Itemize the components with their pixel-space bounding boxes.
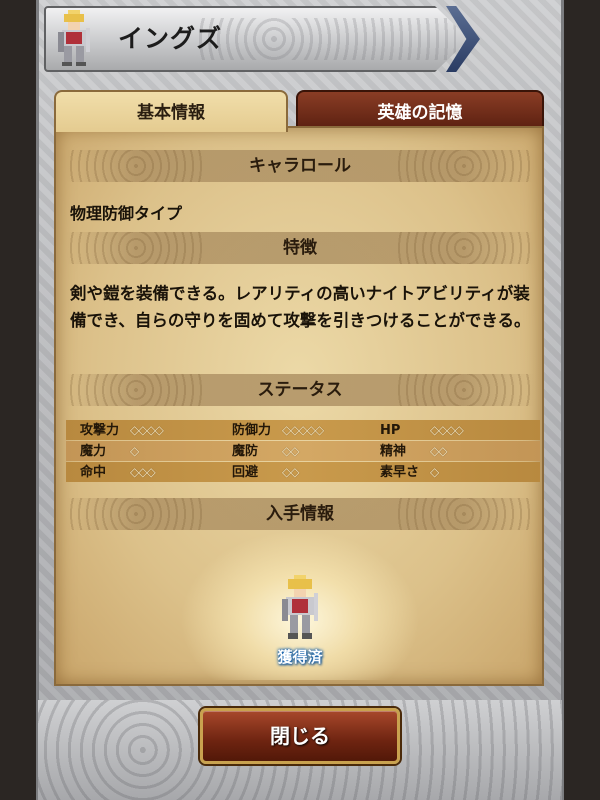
role-heading: キャラロール: [249, 156, 351, 176]
stat-label: HP: [380, 423, 401, 438]
stat-label: 攻撃力: [80, 423, 120, 438]
stat-diamonds: ◇◇◇◇: [130, 423, 164, 437]
stat-diamonds: ◇◇: [282, 444, 299, 458]
stat-magic: 魔力 ◇: [80, 441, 139, 461]
stats-row: 攻撃力 ◇◇◇◇ 防御力 ◇◇◇◇◇ HP ◇◇◇◇: [66, 420, 540, 440]
stat-label: 魔防: [232, 444, 259, 459]
stats-row: 命中 ◇◇◇ 回避 ◇◇ 素早さ ◇: [66, 462, 540, 482]
trait-heading: 特徴: [283, 238, 317, 258]
stat-label: 素早さ: [380, 465, 420, 480]
role-value: 物理防御タイプ: [70, 204, 183, 223]
trait-description: 剣や鎧を装備できる。レアリティの高いナイトアビリティが装備でき、自らの守りを固め…: [70, 284, 531, 330]
stat-diamonds: ◇◇◇: [130, 465, 156, 479]
stat-defense: 防御力 ◇◇◇◇◇: [232, 420, 324, 440]
stat-diamonds: ◇◇: [430, 444, 447, 458]
stat-label: 精神: [380, 444, 407, 459]
stat-accuracy: 命中 ◇◇◇: [80, 462, 156, 482]
role-heading-band: キャラロール: [66, 150, 534, 182]
acquire-heading: 入手情報: [266, 504, 334, 524]
close-button[interactable]: 閉じる: [200, 708, 400, 764]
status-heading-band: ステータス: [66, 374, 534, 406]
character-portrait-icon: [58, 10, 90, 66]
stats-table: 攻撃力 ◇◇◇◇ 防御力 ◇◇◇◇◇ HP ◇◇◇◇ 魔力 ◇ 魔防 ◇◇ 精神 ◇◇ 命中…: [66, 420, 540, 483]
header-bar: [44, 6, 469, 72]
stat-evasion: 回避 ◇◇: [232, 462, 299, 482]
character-sprite-icon: [282, 575, 318, 639]
stat-diamonds: ◇◇◇◇◇: [282, 423, 324, 437]
stat-diamonds: ◇◇: [282, 465, 299, 479]
tab-basic-info[interactable]: 基本情報: [54, 90, 288, 132]
stat-label: 防御力: [232, 423, 272, 438]
stat-label: 魔力: [80, 444, 107, 459]
stats-row: 魔力 ◇ 魔防 ◇◇ 精神 ◇◇: [66, 441, 540, 461]
stat-diamonds: ◇: [430, 465, 439, 479]
trait-heading-band: 特徴: [66, 232, 534, 264]
stat-spirit: 精神 ◇◇: [380, 441, 447, 461]
stat-magic-defense: 魔防 ◇◇: [232, 441, 299, 461]
stat-label: 命中: [80, 465, 107, 480]
stat-diamonds: ◇◇◇◇: [430, 423, 464, 437]
stat-diamonds: ◇: [130, 444, 139, 458]
status-heading: ステータス: [257, 380, 343, 400]
character-name: イングズ: [118, 24, 223, 53]
stat-label: 回避: [232, 465, 259, 480]
stat-hp: HP ◇◇◇◇: [380, 420, 464, 440]
acquire-heading-band: 入手情報: [66, 498, 534, 530]
stat-speed: 素早さ ◇: [380, 462, 439, 482]
acquired-status: 獲得済: [277, 648, 323, 666]
stat-attack: 攻撃力 ◇◇◇◇: [80, 420, 164, 440]
